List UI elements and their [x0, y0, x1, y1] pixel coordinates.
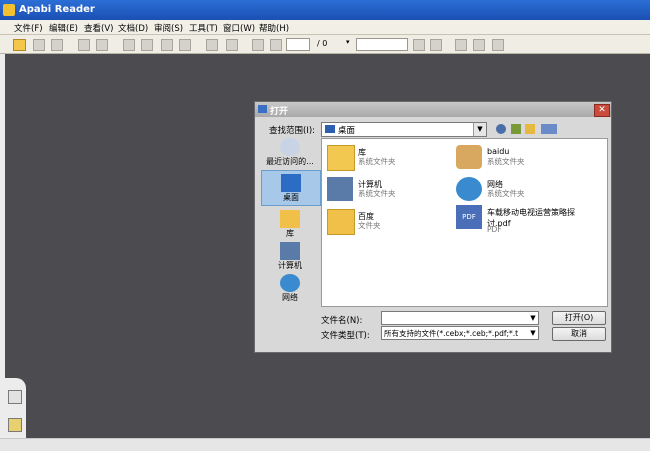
place-desktop[interactable]: 桌面: [261, 170, 321, 206]
menu-tools[interactable]: 工具(T): [189, 22, 218, 34]
file-type: 文件夹: [358, 221, 381, 230]
place-library-label: 库: [286, 229, 294, 238]
bookmark-icon[interactable]: [455, 39, 467, 51]
view-menu-icon[interactable]: [541, 124, 557, 134]
file-type: 系统文件夹: [487, 157, 525, 166]
dialog-title: 打开: [270, 107, 289, 117]
up-folder-icon[interactable]: [511, 124, 521, 134]
print-icon[interactable]: [51, 39, 63, 51]
desktop-icon: [325, 125, 335, 133]
dialog-title-bar: 打开 ✕: [255, 102, 611, 117]
menu-view[interactable]: 查看(V): [84, 22, 113, 34]
zoom-in-icon[interactable]: [123, 39, 135, 51]
look-in-select[interactable]: 桌面 ▼: [321, 122, 487, 137]
filetype-value: 所有支持的文件(*.cebx;*.ceb;*.pdf;*.t: [384, 329, 519, 338]
fit-page-icon[interactable]: [179, 39, 191, 51]
place-recent-label: 最近访问的...: [266, 157, 314, 166]
open-folder-icon[interactable]: [13, 39, 26, 51]
file-item[interactable]: PDF 车载移动电视运营策略探讨.pdf PDF: [456, 205, 586, 235]
back-icon[interactable]: [496, 124, 506, 134]
desktop-icon: [281, 174, 301, 192]
continuous-page-icon[interactable]: [226, 39, 238, 51]
place-network-label: 网络: [282, 293, 298, 302]
bookmark-tab-icon[interactable]: [8, 418, 22, 432]
menu-review[interactable]: 审阅(S): [154, 22, 183, 34]
cancel-button[interactable]: 取消: [552, 327, 606, 341]
computer-icon: [327, 177, 353, 201]
annotation-icon[interactable]: [473, 39, 485, 51]
place-library[interactable]: 库: [261, 210, 319, 239]
menu-file[interactable]: 文件(F): [14, 22, 43, 34]
open-file-dialog: 打开 ✕ 查找范围(I): 桌面 ▼ 最近访问的... 桌面 库 计算机 网络: [254, 101, 612, 353]
computer-icon: [280, 242, 300, 260]
left-side-tabs: [0, 378, 26, 438]
app-title: Apabi Reader: [19, 4, 95, 15]
select-cursor-icon[interactable]: [78, 39, 90, 51]
file-item[interactable]: 计算机 系统文件夹: [327, 177, 457, 203]
next-page-icon[interactable]: [270, 39, 282, 51]
file-type: 系统文件夹: [358, 189, 396, 198]
zoom-out-icon[interactable]: [141, 39, 153, 51]
app-logo-icon: [3, 4, 15, 16]
folder-icon: [327, 209, 355, 235]
place-recent[interactable]: 最近访问的...: [261, 138, 319, 167]
file-type: PDF: [487, 225, 502, 234]
file-type: 系统文件夹: [487, 189, 525, 198]
place-computer-label: 计算机: [278, 261, 302, 270]
places-bar: 最近访问的... 桌面 库 计算机 网络: [259, 138, 321, 308]
filetype-select[interactable]: 所有支持的文件(*.cebx;*.ceb;*.pdf;*.t ▼: [381, 326, 539, 340]
file-name: baidu: [487, 147, 510, 156]
zoom-dropdown-icon[interactable]: ▾: [346, 38, 354, 49]
find-icon[interactable]: [413, 39, 425, 51]
status-bar: [0, 438, 650, 451]
filename-input[interactable]: ▼: [381, 311, 539, 325]
close-icon[interactable]: ✕: [594, 104, 610, 117]
menu-document[interactable]: 文档(D): [118, 22, 148, 34]
library-icon: [280, 210, 300, 228]
menu-edit[interactable]: 编辑(E): [49, 22, 78, 34]
page-number-input[interactable]: [286, 38, 310, 51]
new-folder-icon[interactable]: [525, 124, 535, 134]
single-page-icon[interactable]: [206, 39, 218, 51]
recent-places-icon: [280, 138, 300, 156]
chevron-down-icon[interactable]: ▼: [528, 327, 538, 339]
user-folder-icon: [456, 145, 482, 169]
look-in-value: 桌面: [338, 126, 356, 136]
chevron-down-icon[interactable]: ▼: [528, 312, 538, 324]
menu-help[interactable]: 帮助(H): [259, 22, 289, 34]
find-next-icon[interactable]: [430, 39, 442, 51]
save-icon[interactable]: [33, 39, 45, 51]
file-item[interactable]: 百度 文件夹: [327, 209, 457, 235]
page-total: / 0: [317, 39, 328, 48]
file-item[interactable]: baidu 系统文件夹: [456, 145, 586, 171]
file-item[interactable]: 库 系统文件夹: [327, 145, 457, 171]
network-icon: [456, 177, 482, 201]
filetype-label: 文件类型(T):: [321, 331, 370, 341]
prev-page-icon[interactable]: [252, 39, 264, 51]
app-title-bar: Apabi Reader: [0, 0, 650, 20]
library-folder-icon: [327, 145, 355, 171]
network-icon: [280, 274, 300, 292]
properties-icon[interactable]: [492, 39, 504, 51]
file-list: 库 系统文件夹 baidu 系统文件夹 计算机 系统文件夹 网络 系统文件夹 百…: [321, 138, 608, 307]
dialog-app-icon: [258, 105, 267, 113]
menu-window[interactable]: 窗口(W): [223, 22, 255, 34]
fit-width-icon[interactable]: [161, 39, 173, 51]
thumbnail-tab-icon[interactable]: [8, 390, 22, 404]
filename-label: 文件名(N):: [321, 316, 363, 326]
chevron-down-icon[interactable]: ▼: [473, 123, 486, 136]
look-in-label: 查找范围(I):: [269, 126, 316, 136]
menu-bar: 文件(F) 编辑(E) 查看(V) 文档(D) 审阅(S) 工具(T) 窗口(W…: [0, 20, 650, 35]
pdf-file-icon: PDF: [456, 205, 482, 229]
place-network[interactable]: 网络: [261, 274, 319, 303]
zoom-input[interactable]: [356, 38, 408, 51]
open-button[interactable]: 打开(O): [552, 311, 606, 325]
place-computer[interactable]: 计算机: [261, 242, 319, 271]
place-desktop-label: 桌面: [283, 193, 299, 202]
hand-tool-icon[interactable]: [96, 39, 108, 51]
file-type: 系统文件夹: [358, 157, 396, 166]
file-item[interactable]: 网络 系统文件夹: [456, 177, 586, 203]
